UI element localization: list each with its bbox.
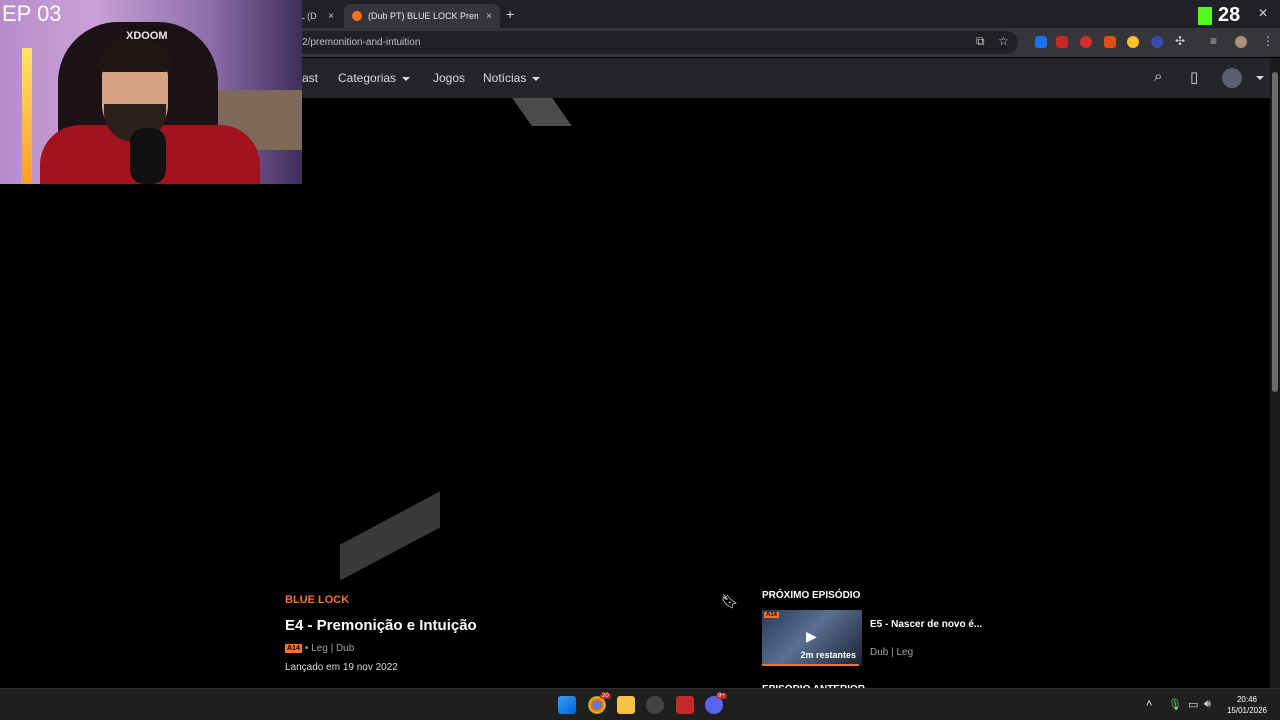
windows-taskbar: 20 9+ ˄ 🎙︎ ▭ 🔊︎ 20:46 15/01/2026 [0,688,1280,720]
bookmark-icon[interactable]: 🔖︎ [721,593,739,610]
address-bar[interactable]: 2/premonition-and-intuition [294,31,1018,54]
loading-shape [340,491,440,581]
search-icon[interactable]: ⌕ [1154,68,1162,85]
profile-avatar[interactable] [1235,36,1247,48]
tray-chevron-up-icon[interactable]: ˄ [1146,698,1152,710]
tab-label: (Dub PT) BLUE LOCK Premoniç [368,11,478,21]
led-light [22,48,32,184]
kick-logo-icon [1198,6,1212,25]
kick-count: 28 [1218,4,1241,26]
episode-meta: A14 • Leg | Dub [285,643,354,654]
tab-close-icon[interactable]: × [486,11,492,22]
watchlist-bookmark-icon[interactable]: ▯ [1190,68,1198,86]
extension-icon[interactable] [1127,36,1139,48]
tab-label: L (D [300,11,317,21]
user-avatar[interactable] [1222,68,1242,88]
clock-date: 15/01/2026 [1226,706,1268,715]
extensions-puzzle-icon[interactable]: ✣ [1175,34,1185,48]
network-icon[interactable]: ▭ [1188,698,1198,711]
nav-label: Categorias [338,71,397,85]
age-rating-badge: A14 [285,644,302,653]
watch-progress-bar [762,664,859,666]
episode-title: E4 - Premonição e Intuição [285,617,477,634]
scrollbar-thumb[interactable] [1272,72,1278,392]
next-episode-thumbnail[interactable]: A14 ▶ 2m restantes [762,610,862,666]
extension-icon[interactable] [1035,36,1047,48]
microphone-icon[interactable]: 🎙︎ [1168,698,1182,711]
nav-item-noticias[interactable]: Notícias [483,71,541,85]
start-windows-icon[interactable] [558,696,576,714]
tab-blue-lock[interactable]: (Dub PT) BLUE LOCK Premoniç × [344,4,500,28]
extension-icon[interactable] [1080,36,1092,48]
next-episode-audio: Dub | Leg [870,647,914,658]
discord-badge: 9+ [716,693,727,699]
chrome-badge: 20 [600,693,611,699]
page-scrollbar[interactable] [1270,58,1280,688]
time-remaining: 2m restantes [800,650,856,660]
nav-item-podcast[interactable]: ast [302,71,318,85]
file-explorer-icon[interactable] [617,696,635,714]
chevron-down-icon [532,76,541,81]
extension-icon[interactable] [1104,36,1116,48]
media-queue-icon[interactable]: ≡ [1210,34,1217,48]
extension-icon[interactable] [1151,36,1163,48]
next-episode-label: PRÓXIMO EPISÓDIO [762,590,861,601]
extension-icon[interactable] [1056,36,1068,48]
crunchyroll-favicon-icon [352,11,362,21]
url-text: 2/premonition-and-intuition [302,37,421,48]
nav-item-jogos[interactable]: Jogos [433,71,465,85]
tab-previous[interactable]: L (D × [298,4,342,28]
release-date: Lançado em 19 nov 2022 [285,662,398,673]
person-hair [98,40,172,72]
webcam-overlay: XDOOM EP 03 [0,0,302,184]
nav-item-categorias[interactable]: Categorias [338,71,411,85]
series-link[interactable]: BLUE LOCK [285,594,349,606]
tab-close-icon[interactable]: × [328,11,334,22]
play-icon: ▶ [806,628,817,644]
next-episode-title[interactable]: E5 - Nascer de novo é... [870,619,982,630]
menu-kebab-icon[interactable]: ⋮ [1262,34,1274,48]
nav-label: Notícias [483,71,527,85]
audio-options: • Leg | Dub [304,643,355,654]
volume-icon[interactable]: 🔊︎ [1204,698,1211,711]
system-clock[interactable]: 20:46 15/01/2026 [1222,694,1272,716]
star-bookmark-icon[interactable]: ☆ [998,34,1009,48]
window-close-button[interactable]: ✕ [1258,6,1268,20]
voicemeeter-icon[interactable] [676,696,694,714]
chevron-down-icon[interactable] [1256,76,1264,80]
kick-counter: 28 [1198,4,1240,27]
obs-icon[interactable] [646,696,664,714]
episode-overlay-label: EP 03 [2,1,62,26]
chevron-down-icon [402,76,411,81]
loading-shape [512,98,572,126]
install-app-icon[interactable]: ⧉ [976,34,985,49]
new-tab-button[interactable]: + [506,6,514,22]
age-rating-badge: A14 [764,612,780,618]
clock-time: 20:46 [1236,695,1258,704]
microphone [130,128,166,184]
